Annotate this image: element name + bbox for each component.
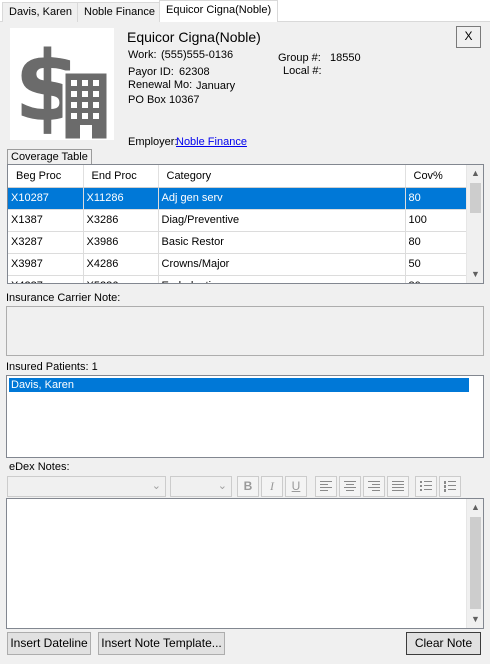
carrier-note-label: Insurance Carrier Note: — [6, 292, 121, 304]
category-cell: Crowns/Major — [158, 253, 406, 276]
beg-proc-cell: X3987 — [8, 253, 84, 276]
column-header-cov-pct[interactable]: Cov% — [405, 165, 468, 188]
align-left-icon — [320, 481, 332, 492]
align-center-button[interactable] — [339, 476, 361, 497]
renewal-month-value: January — [196, 80, 236, 92]
beg-proc-cell: X1387 — [8, 209, 84, 232]
underline-button[interactable]: U — [285, 476, 307, 497]
close-button[interactable]: X — [456, 26, 481, 48]
coverage-table-title: Coverage Table — [7, 149, 92, 164]
scrollbar-thumb[interactable] — [470, 517, 481, 609]
tab-label: Equicor Cigna(Noble) — [166, 4, 272, 16]
edex-notes-label: eDex Notes: — [9, 461, 70, 473]
beg-proc-cell: X4287 — [8, 275, 84, 283]
end-proc-cell: X4286 — [83, 253, 159, 276]
beg-proc-cell: X3287 — [8, 231, 84, 254]
tab-patient[interactable]: Davis, Karen — [2, 2, 79, 22]
employer-label: Employer: — [128, 136, 178, 148]
column-header-category[interactable]: Category — [158, 165, 406, 188]
cov-pct-cell: 100 — [405, 209, 468, 232]
category-cell: Adj gen serv — [158, 187, 406, 210]
end-proc-cell: X11286 — [83, 187, 159, 210]
tab-strip: Davis, Karen Noble Finance Equicor Cigna… — [0, 0, 490, 23]
building-icon — [62, 70, 110, 142]
employer-link[interactable]: Noble Finance — [176, 136, 247, 148]
cov-pct-cell: 80 — [405, 275, 468, 283]
align-right-button[interactable] — [363, 476, 385, 497]
local-number-label: Local #: — [283, 65, 322, 77]
scrollbar-thumb[interactable] — [470, 183, 481, 213]
justify-icon — [392, 481, 404, 492]
align-right-icon — [368, 481, 380, 492]
group-number-value: 18550 — [330, 52, 361, 64]
end-proc-cell: X3286 — [83, 209, 159, 232]
table-row[interactable]: X10287 X11286 Adj gen serv 80 — [8, 187, 468, 210]
address-line: PO Box 10367 — [128, 94, 200, 106]
tab-label: Davis, Karen — [9, 6, 72, 18]
font-size-select[interactable]: ⌄ — [170, 476, 232, 497]
chevron-down-icon: ⌄ — [151, 480, 161, 492]
italic-button[interactable]: I — [261, 476, 283, 497]
category-cell: Diag/Preventive — [158, 209, 406, 232]
insert-note-template-button[interactable]: Insert Note Template... — [98, 632, 225, 655]
align-left-button[interactable] — [315, 476, 337, 497]
italic-icon: I — [270, 479, 274, 493]
work-phone-label: Work: — [128, 49, 157, 61]
edex-notes-editor[interactable]: ▲ ▼ — [6, 498, 484, 629]
column-header-beg-proc[interactable]: Beg Proc — [8, 165, 84, 188]
payor-id-value: 62308 — [179, 66, 210, 78]
clear-note-button[interactable]: Clear Note — [406, 632, 481, 655]
cov-pct-cell: 80 — [405, 187, 468, 210]
coverage-table-scrollbar[interactable]: ▲ ▼ — [466, 165, 483, 283]
beg-proc-cell: X10287 — [8, 187, 84, 210]
justify-button[interactable] — [387, 476, 409, 497]
end-proc-cell: X3986 — [83, 231, 159, 254]
insurance-company-logo: $ — [10, 28, 114, 143]
insured-patients-list[interactable]: Davis, Karen — [6, 375, 484, 458]
table-row[interactable]: X3987 X4286 Crowns/Major 50 — [8, 253, 468, 276]
work-phone-value: (555)555-0136 — [161, 49, 234, 61]
scroll-down-arrow-icon[interactable]: ▼ — [467, 266, 483, 283]
chevron-down-icon: ⌄ — [217, 480, 227, 492]
table-row[interactable]: X3287 X3986 Basic Restor 80 — [8, 231, 468, 254]
coverage-table[interactable]: Beg Proc End Proc Category Cov% X10287 X… — [7, 164, 484, 284]
group-number-label: Group #: — [278, 52, 321, 64]
bullet-list-button[interactable] — [415, 476, 437, 497]
category-cell: Endodontics — [158, 275, 406, 283]
numbered-list-icon — [444, 481, 456, 492]
align-center-icon — [344, 481, 356, 492]
table-row[interactable]: X1387 X3286 Diag/Preventive 100 — [8, 209, 468, 232]
table-row[interactable]: X4287 X5286 Endodontics 80 — [8, 275, 468, 283]
font-family-select[interactable]: ⌄ — [7, 476, 166, 497]
bold-icon: B — [243, 479, 253, 493]
scroll-up-arrow-icon[interactable]: ▲ — [467, 165, 483, 182]
carrier-note-field — [6, 306, 484, 356]
tab-label: Noble Finance — [84, 6, 155, 18]
tab-carrier[interactable]: Equicor Cigna(Noble) — [159, 0, 279, 23]
insert-dateline-button[interactable]: Insert Dateline — [7, 632, 91, 655]
cov-pct-cell: 50 — [405, 253, 468, 276]
numbered-list-button[interactable] — [439, 476, 461, 497]
scroll-down-arrow-icon[interactable]: ▼ — [467, 611, 484, 628]
cov-pct-cell: 80 — [405, 231, 468, 254]
close-icon: X — [464, 29, 473, 43]
payor-id-label: Payor ID: — [128, 66, 174, 78]
scroll-up-arrow-icon[interactable]: ▲ — [467, 499, 484, 516]
edex-notes-scrollbar[interactable]: ▲ ▼ — [466, 499, 483, 628]
bold-button[interactable]: B — [237, 476, 259, 497]
bullet-list-icon — [420, 481, 432, 492]
list-item[interactable]: Davis, Karen — [9, 378, 469, 392]
tab-employer[interactable]: Noble Finance — [77, 2, 162, 22]
underline-icon: U — [291, 479, 301, 493]
category-cell: Basic Restor — [158, 231, 406, 254]
insured-patients-label: Insured Patients: 1 — [6, 361, 98, 373]
end-proc-cell: X5286 — [83, 275, 159, 283]
carrier-name: Equicor Cigna(Noble) — [127, 29, 261, 45]
table-header: Beg Proc End Proc Category Cov% — [8, 165, 468, 188]
column-header-end-proc[interactable]: End Proc — [83, 165, 159, 188]
renewal-month-label: Renewal Mo: — [128, 79, 193, 91]
